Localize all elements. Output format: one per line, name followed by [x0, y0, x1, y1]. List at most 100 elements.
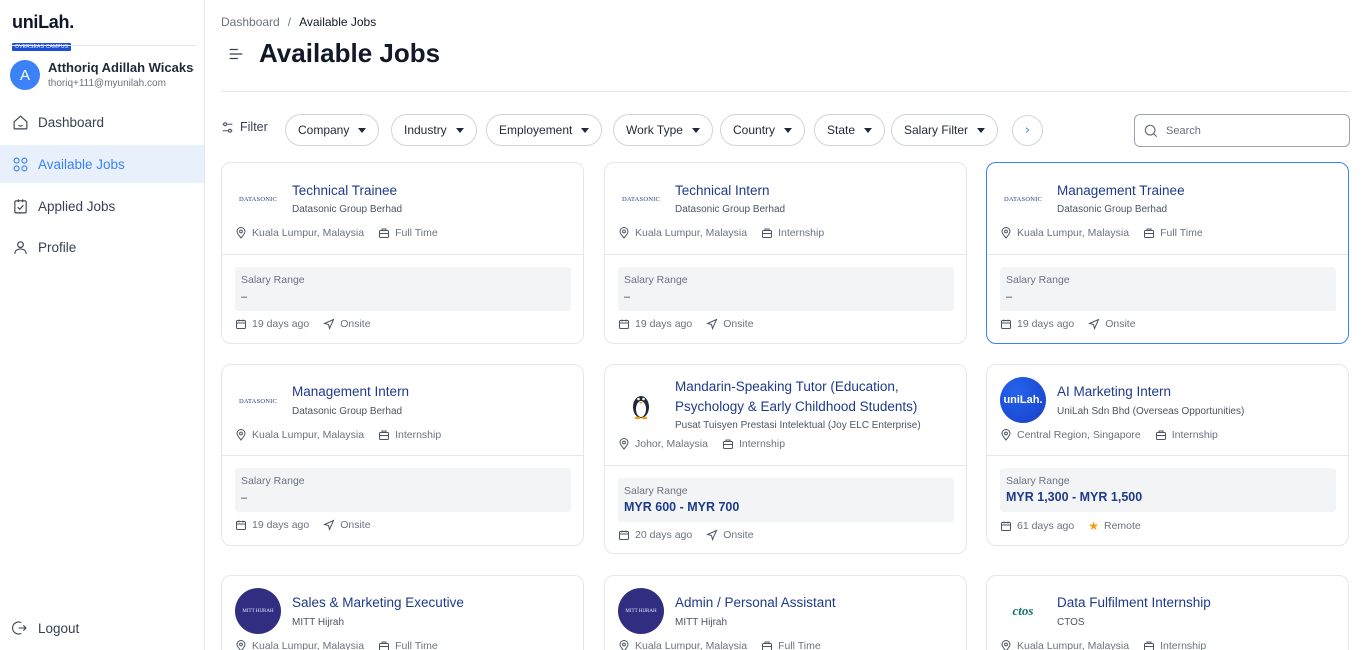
job-card[interactable]: MITT HIJRAH Sales & Marketing Executive …	[221, 575, 584, 650]
job-title[interactable]: Management Intern	[292, 382, 571, 402]
filter-work-type-dropdown[interactable]: Work Type	[613, 114, 713, 146]
search-box[interactable]	[1134, 114, 1350, 147]
posted-date: 61 days ago	[1017, 520, 1075, 532]
job-card[interactable]: uniLah. AI Marketing Intern UniLah Sdn B…	[986, 364, 1349, 546]
job-location: Kuala Lumpur, Malaysia	[252, 640, 365, 650]
sidebar-item-profile[interactable]: Profile	[0, 228, 204, 266]
menu-icon[interactable]	[227, 45, 245, 63]
job-type: Internship	[738, 438, 786, 450]
salary-box: Salary Range –	[1000, 267, 1336, 311]
job-title[interactable]: Sales & Marketing Executive	[292, 593, 571, 613]
user-email: thoriq+111@myunilah.com	[48, 78, 166, 89]
dropdown-label: Employement	[499, 123, 573, 137]
sidebar-item-label: Applied Jobs	[38, 198, 116, 214]
filter-industry-dropdown[interactable]: Industry	[391, 114, 477, 146]
filter-company-dropdown[interactable]: Company	[285, 114, 380, 146]
brand-logo[interactable]: uniLah. OVERSEAS CAMPUS	[12, 12, 74, 52]
sidebar-item-available-jobs[interactable]: Available Jobs	[0, 145, 204, 183]
logout-button[interactable]: Logout	[12, 620, 79, 636]
card-divider	[222, 455, 583, 456]
company-logo: ctos	[1000, 588, 1046, 634]
send-icon	[323, 318, 335, 330]
filter-country-dropdown[interactable]: Country	[720, 114, 806, 146]
calendar-icon	[1001, 319, 1011, 329]
salary-box: Salary Range MYR 1,300 - MYR 1,500	[1000, 468, 1336, 512]
company-name: Datasonic Group Berhad	[292, 204, 403, 215]
job-type: Full Time	[1160, 227, 1203, 239]
card-divider	[987, 455, 1348, 456]
job-meta: Central Region, Singapore Internship	[1000, 429, 1218, 441]
briefcase-icon	[1155, 430, 1166, 440]
salary-label: Salary Range	[1006, 274, 1070, 286]
sidebar-item-label: Dashboard	[38, 114, 105, 130]
work-mode: Onsite	[723, 318, 754, 330]
location-pin-icon	[619, 438, 629, 450]
job-title[interactable]: Management Trainee	[1057, 181, 1336, 201]
job-meta: Kuala Lumpur, Malaysia Internship	[1000, 640, 1206, 650]
job-footer: 19 days ago Onsite	[618, 318, 754, 330]
job-type: Full Time	[778, 640, 821, 650]
caret-down-icon	[784, 127, 793, 133]
header-divider	[221, 91, 1350, 92]
salary-value: MYR 600 - MYR 700	[624, 500, 740, 514]
job-title[interactable]: Admin / Personal Assistant	[675, 593, 954, 613]
filter-scroll-next-button[interactable]: ›	[1012, 115, 1043, 146]
filter-state-dropdown[interactable]: State	[814, 114, 886, 146]
filter-employment-dropdown[interactable]: Employement	[486, 114, 603, 146]
job-card[interactable]: DATASONIC Management Intern Datasonic Gr…	[221, 364, 584, 546]
dropdown-label: Company	[298, 123, 350, 137]
search-input[interactable]	[1166, 124, 1336, 137]
location-pin-icon	[1001, 227, 1011, 239]
company-logo-text: DATASONIC	[238, 397, 278, 405]
salary-value: –	[241, 492, 248, 504]
company-logo: DATASONIC	[235, 176, 281, 222]
breadcrumb-dashboard[interactable]: Dashboard	[221, 15, 280, 29]
job-card[interactable]: DATASONIC Technical Intern Datasonic Gro…	[604, 162, 967, 344]
caret-down-icon	[864, 127, 873, 133]
job-meta: Kuala Lumpur, Malaysia Full Time	[235, 227, 438, 239]
posted-date: 20 days ago	[635, 529, 693, 541]
card-divider	[222, 254, 583, 255]
send-icon	[706, 529, 718, 541]
job-title[interactable]: Data Fulfilment Internship	[1057, 593, 1336, 613]
job-location: Kuala Lumpur, Malaysia	[635, 640, 748, 650]
grid-icon	[13, 157, 28, 171]
salary-value: –	[1006, 291, 1013, 303]
briefcase-icon	[1144, 641, 1155, 650]
briefcase-icon	[762, 641, 773, 650]
job-title[interactable]: AI Marketing Intern	[1057, 382, 1336, 402]
user-profile[interactable]: A Atthoriq Adillah Wicaksana thoriq+111@…	[10, 59, 200, 91]
company-name: Datasonic Group Berhad	[292, 406, 403, 417]
filter-salary-dropdown[interactable]: Salary Filter	[891, 114, 999, 146]
sidebar-item-dashboard[interactable]: Dashboard	[0, 103, 204, 141]
job-location: Kuala Lumpur, Malaysia	[252, 429, 365, 441]
caret-down-icon	[358, 127, 367, 133]
title-row: Available Jobs	[227, 38, 440, 69]
job-location: Johor, Malaysia	[635, 438, 708, 450]
breadcrumb-separator: /	[287, 15, 292, 29]
breadcrumb: Dashboard / Available Jobs	[221, 15, 376, 29]
company-logo: MITT HIJRAH	[235, 588, 281, 634]
job-card[interactable]: Mandarin-Speaking Tutor (Education, Psyc…	[604, 364, 967, 554]
job-title[interactable]: Mandarin-Speaking Tutor (Education, Psyc…	[675, 377, 954, 417]
job-card[interactable]: MITT HIJRAH Admin / Personal Assistant M…	[604, 575, 967, 650]
dropdown-label: State	[827, 123, 856, 137]
calendar-icon	[1001, 521, 1011, 531]
job-type: Internship	[778, 227, 825, 239]
job-title[interactable]: Technical Trainee	[292, 181, 571, 201]
company-logo: DATASONIC	[1000, 176, 1046, 222]
card-divider	[605, 465, 966, 466]
job-card[interactable]: DATASONIC Management Trainee Datasonic G…	[986, 162, 1349, 344]
job-title[interactable]: Technical Intern	[675, 181, 954, 201]
sidebar-item-applied-jobs[interactable]: Applied Jobs	[0, 187, 204, 225]
company-logo-text: DATASONIC	[1003, 195, 1043, 203]
location-pin-icon	[1001, 640, 1011, 650]
company-logo-text: DATASONIC	[238, 195, 278, 203]
job-card[interactable]: ctos Data Fulfilment Internship CTOS Kua…	[986, 575, 1349, 650]
job-footer: 19 days ago Onsite	[235, 519, 371, 531]
briefcase-icon	[379, 228, 390, 238]
briefcase-icon	[379, 430, 390, 440]
job-card[interactable]: DATASONIC Technical Trainee Datasonic Gr…	[221, 162, 584, 344]
brand-name: uniLah.	[12, 12, 74, 32]
filter-button[interactable]: Filter	[221, 120, 268, 134]
